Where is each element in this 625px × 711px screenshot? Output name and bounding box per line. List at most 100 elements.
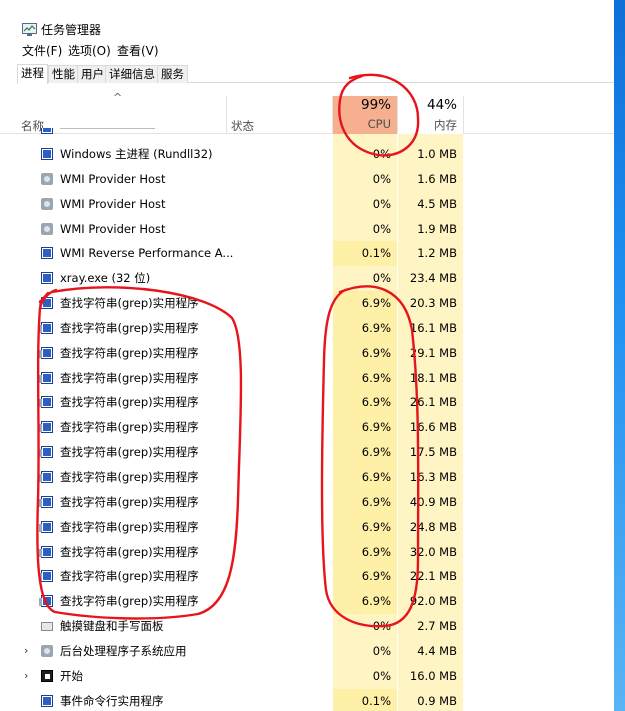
process-memory: 17.5 MB xyxy=(409,445,457,460)
window-icon xyxy=(39,545,53,558)
table-row[interactable]: 查找字符串(grep)实用程序 6.9% 22.1 MB xyxy=(0,564,614,590)
tab-users[interactable]: 用户 xyxy=(77,65,108,83)
process-cpu: 0% xyxy=(372,147,391,161)
process-name: 查找字符串(grep)实用程序 xyxy=(60,296,199,311)
process-cpu: 6.9% xyxy=(333,564,397,590)
table-row[interactable]: 查找字符串(grep)实用程序 6.9% 16.1 MB xyxy=(0,315,614,341)
process-cpu: 0% xyxy=(372,221,391,236)
process-name: xray.exe (32 位) xyxy=(60,271,151,286)
tab-performance[interactable]: 性能 xyxy=(48,65,79,83)
process-memory: 1.0 MB xyxy=(417,147,457,161)
table-row[interactable]: Windows 主进程 (Rundll32) 0% 1.0 MB xyxy=(0,142,614,167)
process-cpu: 0% xyxy=(372,619,391,634)
table-row[interactable]: 查找字符串(grep)实用程序 6.9% 20.3 MB xyxy=(0,291,614,316)
process-cpu: 6.9% xyxy=(333,489,397,515)
tab-strip: 进程 性能 用户 详细信息 服务 xyxy=(17,64,614,84)
tab-services[interactable]: 服务 xyxy=(157,65,188,83)
process-memory: 16.0 MB xyxy=(409,668,457,683)
process-cpu: 6.9% xyxy=(333,589,397,615)
process-cpu: 0% xyxy=(372,196,391,211)
gear-icon xyxy=(41,222,53,235)
process-name: 查找字符串(grep)实用程序 xyxy=(60,594,199,609)
process-name: WMI Provider Host xyxy=(60,171,166,186)
tab-processes[interactable]: 进程 xyxy=(17,64,48,84)
table-row[interactable]: 查找字符串(grep)实用程序 6.9% 18.1 MB xyxy=(0,365,614,391)
process-cpu: 6.9% xyxy=(333,539,397,565)
gear-icon xyxy=(41,172,53,185)
table-row[interactable]: 查找字符串(grep)实用程序 6.9% 16.3 MB xyxy=(0,464,614,490)
window-icon xyxy=(39,595,53,608)
window-icon xyxy=(39,520,53,533)
table-row[interactable]: 查找字符串(grep)实用程序 6.9% 16.6 MB xyxy=(0,415,614,441)
process-name: 触摸键盘和手写面板 xyxy=(60,619,164,634)
table-row[interactable]: › 开始 0% 16.0 MB xyxy=(0,664,614,689)
table-row[interactable]: › 后台处理程序子系统应用 0% 4.4 MB xyxy=(0,639,614,664)
window-icon xyxy=(39,346,53,359)
menu-file[interactable]: 文件(F) xyxy=(21,44,63,58)
process-memory: 32.0 MB xyxy=(409,544,457,559)
table-row[interactable]: WMI Provider Host 0% 4.5 MB xyxy=(0,192,614,217)
window-icon xyxy=(39,570,53,583)
start-icon xyxy=(41,669,53,682)
table-row[interactable]: WMI Reverse Performance A... 0.1% 1.2 MB xyxy=(0,241,614,267)
process-name: 后台处理程序子系统应用 xyxy=(60,643,187,658)
sort-arrow-icon[interactable]: ^ xyxy=(113,92,122,104)
process-memory: 29.1 MB xyxy=(409,345,457,360)
window-icon xyxy=(39,446,53,459)
process-name: 查找字符串(grep)实用程序 xyxy=(60,569,199,584)
window-icon xyxy=(41,247,53,260)
window-icon xyxy=(39,396,53,409)
process-memory: 16.1 MB xyxy=(409,320,457,335)
process-cpu: 6.9% xyxy=(333,315,397,341)
process-memory: 92.0 MB xyxy=(409,594,457,609)
process-name: 查找字符串(grep)实用程序 xyxy=(60,345,199,360)
window-icon xyxy=(39,297,53,310)
process-name: WMI Provider Host xyxy=(60,221,166,236)
window-icon xyxy=(41,148,53,160)
process-memory: 1.6 MB xyxy=(417,171,457,186)
process-cpu: 0.1% xyxy=(333,688,397,711)
process-memory: 4.5 MB xyxy=(417,196,457,211)
expand-chevron-icon[interactable]: › xyxy=(24,669,28,682)
table-row[interactable]: 查找字符串(grep)实用程序 6.9% 40.9 MB xyxy=(0,489,614,515)
process-name: Windows 主进程 (Rundll32) xyxy=(60,147,213,161)
window-title: 任务管理器 xyxy=(41,23,102,37)
table-row[interactable]: 查找字符串(grep)实用程序 6.9% 92.0 MB xyxy=(0,589,614,615)
table-row[interactable]: 查找字符串(grep)实用程序 6.9% 24.8 MB xyxy=(0,514,614,540)
process-memory: 2.7 MB xyxy=(417,619,457,634)
menu-options[interactable]: 选项(O) xyxy=(67,44,112,58)
process-name: 查找字符串(grep)实用程序 xyxy=(60,544,199,559)
process-memory: 20.3 MB xyxy=(409,296,457,311)
process-memory: 1.9 MB xyxy=(417,221,457,236)
keyboard-icon xyxy=(41,622,53,632)
menu-view[interactable]: 查看(V) xyxy=(116,44,160,58)
process-memory: 22.1 MB xyxy=(409,569,457,584)
process-cpu: 6.9% xyxy=(333,340,397,366)
table-row[interactable]: xray.exe (32 位) 0% 23.4 MB xyxy=(0,266,614,291)
table-row[interactable]: WMI Provider Host 0% 1.9 MB xyxy=(0,217,614,242)
scrolled-off-row xyxy=(0,128,614,142)
table-row[interactable]: 查找字符串(grep)实用程序 6.9% 32.0 MB xyxy=(0,539,614,565)
window-icon xyxy=(39,371,53,384)
table-row[interactable]: 事件命令行实用程序 0.1% 0.9 MB xyxy=(0,688,614,711)
process-cpu: 6.9% xyxy=(333,464,397,490)
table-row[interactable]: 查找字符串(grep)实用程序 6.9% 26.1 MB xyxy=(0,390,614,416)
table-row[interactable]: 查找字符串(grep)实用程序 6.9% 17.5 MB xyxy=(0,440,614,465)
process-memory: 0.9 MB xyxy=(417,693,457,708)
tab-details[interactable]: 详细信息 xyxy=(105,65,159,83)
gear-icon xyxy=(41,197,53,210)
process-name: WMI Provider Host xyxy=(60,196,166,211)
expand-chevron-icon[interactable]: › xyxy=(24,644,28,657)
title-bar[interactable]: 任务管理器 xyxy=(0,0,614,40)
table-row[interactable]: 触摸键盘和手写面板 0% 2.7 MB xyxy=(0,614,614,639)
process-name: WMI Reverse Performance A... xyxy=(60,246,234,261)
process-cpu: 0.1% xyxy=(333,241,397,267)
table-row[interactable]: WMI Provider Host 0% 1.6 MB xyxy=(0,167,614,192)
process-cpu: 6.9% xyxy=(333,514,397,540)
process-name: 事件命令行实用程序 xyxy=(60,693,164,708)
scrolled-off-row-text xyxy=(60,128,155,129)
window-icon xyxy=(39,421,53,434)
table-row[interactable]: 查找字符串(grep)实用程序 6.9% 29.1 MB xyxy=(0,340,614,366)
process-cpu: 6.9% xyxy=(333,365,397,391)
process-memory: 16.3 MB xyxy=(409,469,457,484)
